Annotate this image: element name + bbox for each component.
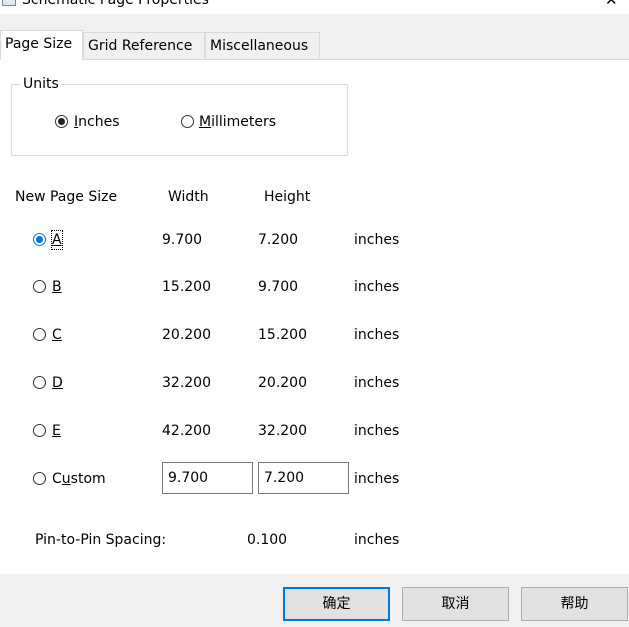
size-e-width: 42.200 [162,423,211,439]
size-a-unit: inches [354,232,400,248]
tab-grid-reference[interactable]: Grid Reference [83,32,205,58]
title-bar: Schematic Page Properties ✕ [0,0,629,14]
size-custom-unit: inches [354,471,400,487]
size-d-radio[interactable] [33,376,46,389]
ok-button[interactable]: 确定 [283,587,390,621]
size-a-height: 7.200 [258,232,299,248]
pin-spacing-unit: inches [354,532,400,548]
pin-spacing-label: Pin-to-Pin Spacing: [35,532,167,548]
size-custom-label[interactable]: Custom [52,470,106,488]
size-d-unit: inches [354,375,400,391]
height-header: Height [264,189,311,205]
custom-height-field[interactable]: 7.200 [258,462,349,494]
size-d-height: 20.200 [258,375,307,391]
window-app-icon [2,0,16,6]
size-b-radio[interactable] [33,280,46,293]
tab-miscellaneous[interactable]: Miscellaneous [205,32,320,58]
size-c-height: 15.200 [258,327,307,343]
help-button[interactable]: 帮助 [521,587,628,621]
size-c-radio[interactable] [33,328,46,341]
inches-radio[interactable] [55,115,68,128]
inches-label[interactable]: Inches [74,113,120,131]
size-b-label[interactable]: B [52,278,62,296]
millimeters-radio[interactable] [181,115,194,128]
size-c-label[interactable]: C [52,326,62,344]
size-a-width: 9.700 [162,232,203,248]
size-e-radio[interactable] [33,424,46,437]
size-e-label[interactable]: E [52,422,61,440]
millimeters-label[interactable]: Millimeters [199,113,276,131]
units-group-label: Units [20,76,62,92]
tab-page-size[interactable]: Page Size [0,30,83,60]
size-e-height: 32.200 [258,423,307,439]
size-c-width: 20.200 [162,327,211,343]
size-b-height: 9.700 [258,279,299,295]
size-d-label[interactable]: D [52,374,63,392]
custom-width-field[interactable]: 9.700 [162,462,253,494]
pin-spacing-value: 0.100 [247,532,288,548]
width-header: Width [168,189,209,205]
size-b-width: 15.200 [162,279,211,295]
size-c-unit: inches [354,327,400,343]
size-d-width: 32.200 [162,375,211,391]
close-icon[interactable]: ✕ [605,0,618,8]
size-a-radio[interactable] [33,233,46,246]
size-b-unit: inches [354,279,400,295]
new-page-size-header: New Page Size [15,189,118,205]
cancel-button[interactable]: 取消 [402,587,509,621]
size-a-label[interactable]: A [51,230,63,250]
size-e-unit: inches [354,423,400,439]
window-title: Schematic Page Properties [22,0,209,8]
size-custom-radio[interactable] [33,472,46,485]
